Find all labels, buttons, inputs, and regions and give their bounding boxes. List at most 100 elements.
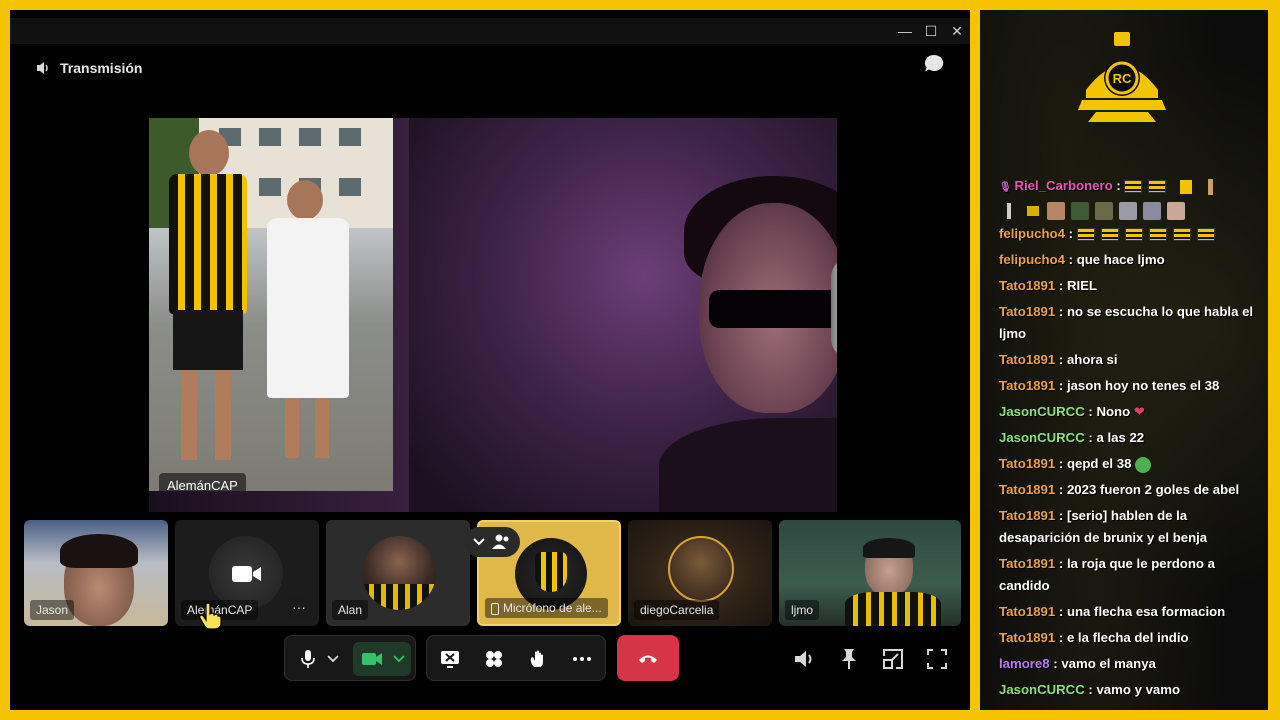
participant-tile-diegocarcelia[interactable]: diegoCarcelia bbox=[628, 520, 772, 626]
chat-username[interactable]: Tato1891 bbox=[999, 604, 1055, 619]
chat-text: vamo el manya bbox=[1061, 656, 1156, 671]
share-screen-button[interactable] bbox=[435, 644, 465, 674]
reactions-icon bbox=[486, 651, 502, 667]
window-titlebar: — ☐ ✕ bbox=[10, 18, 970, 44]
camera-options-button[interactable] bbox=[389, 644, 409, 674]
action-controls bbox=[426, 635, 606, 681]
volume-button[interactable] bbox=[792, 646, 818, 672]
mic-button[interactable] bbox=[293, 644, 323, 674]
chat-message: Tato1891 : RIEL bbox=[999, 278, 1097, 293]
chat-message: Tato1891 : la roja que le perdono a cand… bbox=[999, 556, 1215, 593]
chat-username[interactable]: felipucho4 bbox=[999, 226, 1065, 241]
hangup-button[interactable] bbox=[617, 635, 679, 681]
close-button[interactable]: ✕ bbox=[946, 21, 968, 41]
camera-button[interactable] bbox=[357, 644, 387, 674]
chat-username[interactable]: Tato1891 bbox=[999, 278, 1055, 293]
chat-username[interactable]: lamore8 bbox=[999, 656, 1050, 671]
pip-video[interactable]: AlemánCAP bbox=[149, 118, 393, 491]
camera-icon bbox=[362, 653, 382, 665]
chat-bubble-icon bbox=[924, 54, 944, 72]
stream-header: Transmisión bbox=[34, 56, 142, 80]
chat-message: Tato1891 : una flecha esa formacion bbox=[999, 604, 1226, 619]
popout-button[interactable] bbox=[880, 646, 906, 672]
raise-hand-button[interactable] bbox=[523, 644, 553, 674]
chat-username[interactable]: JasonCURCC bbox=[999, 430, 1085, 445]
av-controls bbox=[284, 635, 416, 681]
chat-username[interactable]: Tato1891 bbox=[999, 304, 1055, 319]
chat-toggle-button[interactable] bbox=[922, 52, 946, 76]
participant-name: ljmo bbox=[785, 600, 820, 620]
chat-message: Tato1891 : [serio] hablen de la desapari… bbox=[999, 508, 1208, 545]
main-video-stage[interactable]: AlemánCAP bbox=[149, 118, 837, 512]
participant-tile-jason[interactable]: Jason bbox=[24, 520, 168, 626]
maximize-button[interactable]: ☐ bbox=[920, 21, 942, 41]
chat-username[interactable]: Tato1891 bbox=[999, 556, 1055, 571]
participant-name: Jason bbox=[30, 600, 75, 620]
pip-person-jersey bbox=[167, 130, 247, 480]
chat-message: Tato1891 : 2023 fueron 2 goles de abel bbox=[999, 482, 1240, 497]
chat-text: e la flecha del indio bbox=[1066, 630, 1189, 645]
participant-tile-ljmo[interactable]: ljmo bbox=[779, 520, 961, 626]
chevron-down-icon bbox=[393, 655, 405, 663]
chat-text: ahora si bbox=[1066, 352, 1118, 367]
chat-text: 2023 fueron 2 goles de abel bbox=[1066, 482, 1240, 497]
minimize-button[interactable]: — bbox=[894, 21, 916, 41]
chat-username[interactable]: Tato1891 bbox=[999, 456, 1055, 471]
people-icon bbox=[492, 534, 509, 549]
chat-message: Tato1891 : e la flecha del indio bbox=[999, 630, 1189, 645]
chat-text: Nono bbox=[1096, 404, 1131, 419]
tile-options-button[interactable]: ··· bbox=[287, 598, 311, 620]
view-toggle-button[interactable] bbox=[464, 527, 520, 557]
chat-text: jason hoy no tenes el 38 bbox=[1066, 378, 1220, 393]
chat-emotes bbox=[1076, 226, 1221, 242]
mic-options-button[interactable] bbox=[323, 644, 343, 674]
speaker-body bbox=[659, 418, 837, 512]
chat-username[interactable]: JasonCURCC bbox=[999, 682, 1085, 697]
reactions-button[interactable] bbox=[479, 644, 509, 674]
participant-name: Alan bbox=[332, 600, 369, 620]
chat-username[interactable]: Tato1891 bbox=[999, 378, 1055, 393]
pin-button[interactable] bbox=[836, 646, 862, 672]
speaker-headphones bbox=[831, 258, 837, 358]
chat-message: lamore8 : vamo el manya bbox=[999, 656, 1156, 671]
phone-hangup-icon bbox=[639, 655, 657, 663]
hand-cursor-icon bbox=[199, 602, 222, 630]
phone-device-icon bbox=[491, 602, 499, 615]
raise-hand-icon bbox=[530, 650, 543, 667]
chat-message: felipucho4 : que hace ljmo bbox=[999, 252, 1165, 267]
microphone-icon bbox=[301, 650, 315, 668]
chat-text: RIEL bbox=[1066, 278, 1097, 293]
participant-tile-alan[interactable]: Alan bbox=[326, 520, 470, 626]
chat-username[interactable]: felipucho4 bbox=[999, 252, 1065, 267]
stream-title: Transmisión bbox=[60, 60, 143, 76]
camera-control bbox=[353, 642, 411, 676]
broadcast-icon bbox=[37, 62, 48, 74]
fullscreen-icon bbox=[927, 649, 947, 669]
svg-text:RC: RC bbox=[1113, 71, 1132, 86]
chat-username[interactable]: Tato1891 bbox=[999, 630, 1055, 645]
microphone-badge-icon: 🎙 bbox=[999, 182, 1015, 193]
chat-message: felipucho4 : bbox=[999, 223, 1261, 245]
chat-message: 🎙 Riel_Carbonero : bbox=[999, 175, 1261, 221]
chat-text: que hace ljmo bbox=[1076, 252, 1165, 267]
participant-tile-alemancap[interactable]: AlemánCAP ··· bbox=[175, 520, 319, 626]
chat-panel: RC 🎙 Riel_Carbonero : felipucho4 : felip… bbox=[980, 10, 1268, 710]
train-logo-icon: RC bbox=[1078, 32, 1166, 122]
chat-username[interactable]: Tato1891 bbox=[999, 482, 1055, 497]
chat-username[interactable]: Tato1891 bbox=[999, 508, 1055, 523]
more-options-button[interactable] bbox=[567, 644, 597, 674]
chat-username[interactable]: Tato1891 bbox=[999, 352, 1055, 367]
fullscreen-button[interactable] bbox=[924, 646, 950, 672]
pin-icon bbox=[842, 649, 856, 669]
participant-name: Micrófono de ale... bbox=[485, 598, 608, 618]
chat-message: Tato1891 : no se escucha lo que habla el… bbox=[999, 304, 1254, 341]
chat-username[interactable]: Riel_Carbonero bbox=[1014, 178, 1112, 193]
chat-text: una flecha esa formacion bbox=[1066, 604, 1226, 619]
participant-name: diegoCarcelia bbox=[634, 600, 720, 620]
chat-username[interactable]: JasonCURCC bbox=[999, 404, 1085, 419]
share-screen-icon bbox=[441, 651, 459, 668]
chat-text: a las 22 bbox=[1096, 430, 1145, 445]
chevron-down-icon bbox=[327, 655, 339, 663]
chat-message: Tato1891 : qepd el 38 bbox=[999, 453, 1261, 475]
chat-text: vamo y vamo bbox=[1096, 682, 1181, 697]
